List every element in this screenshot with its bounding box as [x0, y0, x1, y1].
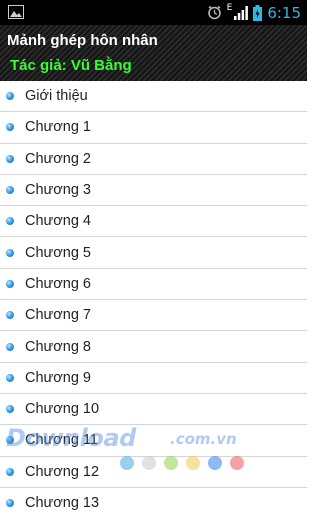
chapter-label: Chương 8 — [25, 338, 91, 355]
chapter-label: Chương 13 — [25, 495, 100, 511]
alarm-clock-icon — [207, 5, 221, 20]
chapter-label: Chương 5 — [25, 244, 91, 261]
chapter-label: Chương 3 — [25, 182, 91, 199]
bullet-icon — [6, 123, 14, 132]
bullet-icon — [6, 311, 14, 320]
bullet-icon — [6, 499, 14, 507]
bullet-icon — [6, 436, 14, 445]
chapter-label: Chương 6 — [25, 275, 91, 292]
book-author: Tác giả: Vũ Bằng — [10, 57, 132, 74]
image-icon — [8, 5, 24, 19]
bullet-icon — [6, 186, 14, 195]
bullet-icon — [6, 217, 14, 226]
chapter-list: Giới thiệu Chương 1 Chương 2 Chương 3 Chương… — [0, 81, 307, 512]
chapter-label: Giới thiệu — [25, 88, 88, 105]
chapter-list-item[interactable]: Chương 8 — [0, 331, 307, 363]
network-type-label: E — [226, 2, 233, 13]
bullet-icon — [6, 405, 14, 414]
app-header: Mảnh ghép hôn nhân Tác giả: Vũ Bằng — [0, 25, 307, 81]
bullet-icon — [6, 154, 14, 163]
chapter-label: Chương 7 — [25, 307, 91, 324]
chapter-list-item[interactable]: Chương 4 — [0, 206, 307, 238]
chapter-list-item[interactable]: Giới thiệu — [0, 81, 307, 113]
bullet-icon — [6, 92, 14, 101]
chapter-list-item[interactable]: Chương 2 — [0, 144, 307, 175]
chapter-label: Chương 1 — [25, 119, 91, 136]
chapter-list-item[interactable]: Chương 5 — [0, 237, 307, 269]
chapter-label: Chương 10 — [25, 401, 100, 418]
chapter-label: Chương 11 — [25, 432, 98, 449]
chapter-label: Chương 4 — [25, 213, 91, 230]
chapter-list-item[interactable]: Chương 13 — [0, 488, 307, 512]
chapter-list-item[interactable]: Chương 12 — [0, 457, 307, 488]
chapter-list-item[interactable]: Chương 10 — [0, 394, 307, 426]
bullet-icon — [6, 467, 14, 476]
status-bar: E 6:15 — [0, 0, 307, 25]
battery-icon — [253, 4, 263, 21]
bullet-icon — [6, 279, 14, 288]
chapter-list-item[interactable]: Chương 11 — [0, 425, 307, 457]
bullet-icon — [6, 248, 14, 257]
chapter-list-item[interactable]: Chương 9 — [0, 363, 307, 394]
clock-time: 6:15 — [267, 3, 301, 22]
chapter-list-item[interactable]: Chương 7 — [0, 300, 307, 332]
book-title: Mảnh ghép hôn nhân — [7, 32, 158, 49]
chapter-label: Chương 12 — [25, 463, 100, 480]
status-icons: E 6:15 — [207, 0, 301, 25]
bullet-icon — [6, 373, 14, 382]
chapter-list-item[interactable]: Chương 1 — [0, 112, 307, 144]
chapter-label: Chương 2 — [25, 150, 91, 167]
signal-icon — [234, 5, 249, 20]
chapter-list-item[interactable]: Chương 3 — [0, 175, 307, 207]
chapter-list-item[interactable]: Chương 6 — [0, 269, 307, 301]
chapter-label: Chương 9 — [25, 369, 91, 386]
bullet-icon — [6, 342, 14, 351]
